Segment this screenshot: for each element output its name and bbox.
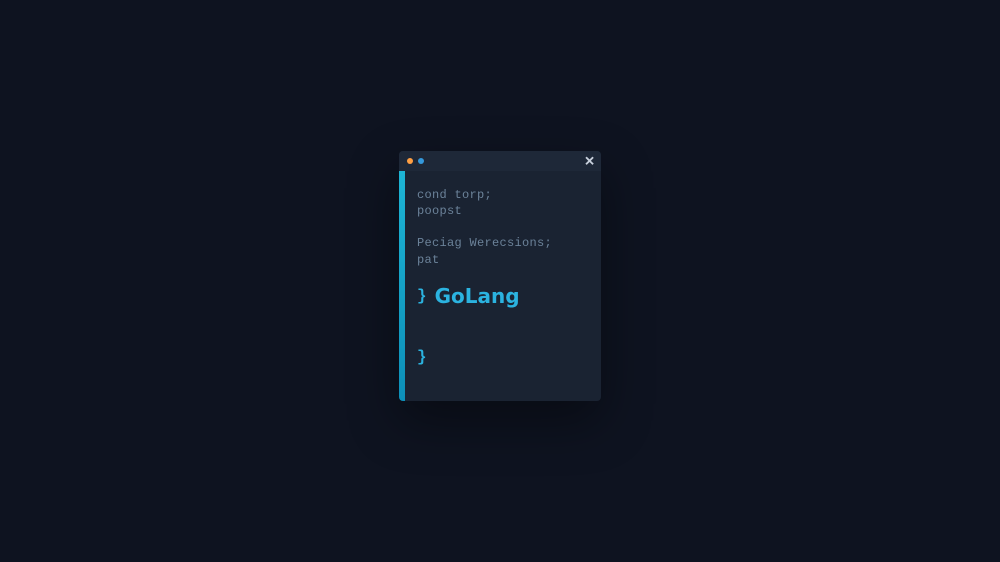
titlebar: ✕ bbox=[399, 151, 601, 171]
editor-window: ✕ cond torp; poopst Peciag Werecsions; p… bbox=[399, 151, 601, 401]
language-label: GoLang bbox=[435, 284, 520, 308]
code-line: Peciag Werecsions; bbox=[417, 235, 587, 251]
editor-body: cond torp; poopst Peciag Werecsions; pat… bbox=[399, 171, 601, 401]
brace-open: } bbox=[417, 287, 427, 305]
code-line: cond torp; bbox=[417, 187, 587, 203]
traffic-dot-blue[interactable] bbox=[418, 158, 424, 164]
traffic-lights bbox=[407, 158, 424, 164]
highlight-row: } GoLang bbox=[417, 284, 587, 308]
code-line: pat bbox=[417, 252, 587, 268]
close-icon[interactable]: ✕ bbox=[584, 155, 595, 168]
traffic-dot-orange[interactable] bbox=[407, 158, 413, 164]
brace-end: } bbox=[417, 348, 587, 366]
code-area[interactable]: cond torp; poopst Peciag Werecsions; pat… bbox=[405, 171, 601, 401]
code-line: poopst bbox=[417, 203, 587, 219]
